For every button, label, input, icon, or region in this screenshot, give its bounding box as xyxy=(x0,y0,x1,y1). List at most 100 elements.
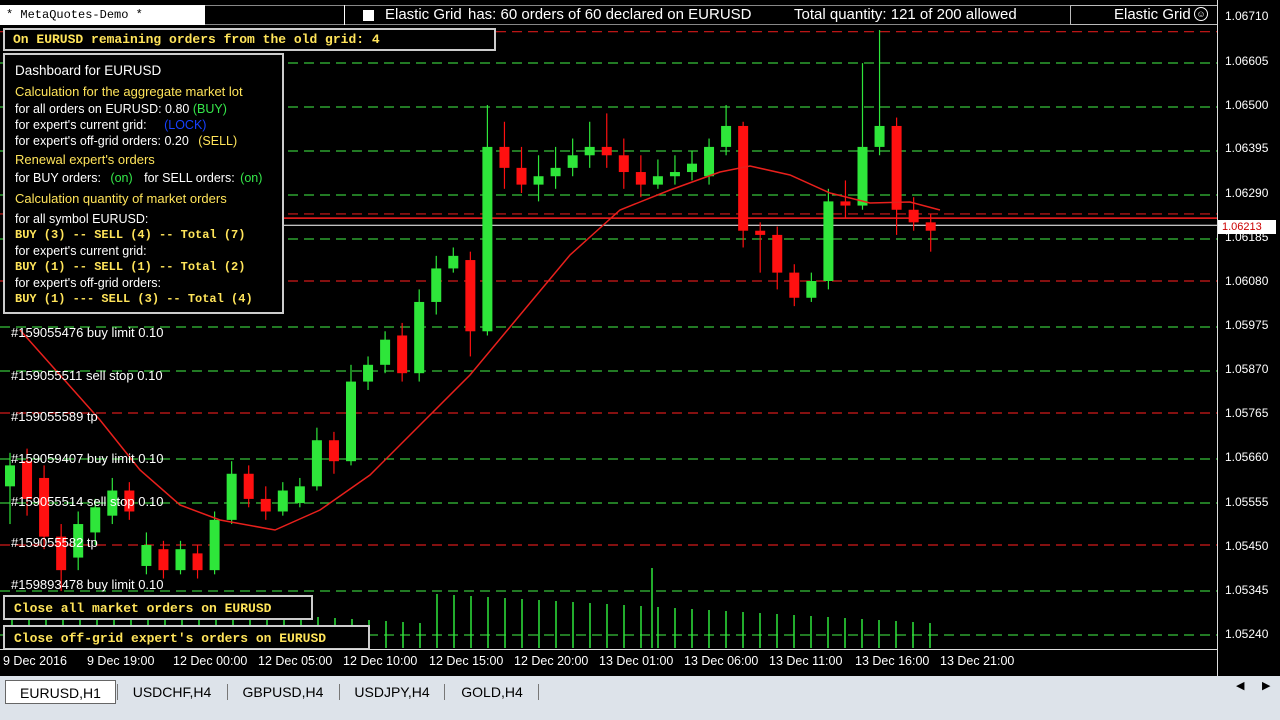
top-bar: * MetaQuotes-Demo * Elastic Grid has: 60… xyxy=(0,0,1280,30)
order-label[interactable]: #159055511 sell stop 0.10 xyxy=(11,368,163,383)
grid-title: Elastic Grid xyxy=(385,6,462,23)
candle-body xyxy=(328,440,339,462)
candle-body xyxy=(277,490,288,512)
all-orders-dir: (BUY) xyxy=(192,102,227,116)
nav-right-icon[interactable]: ▶ xyxy=(1262,679,1270,692)
price-tick: 1.05240 xyxy=(1225,627,1269,641)
price-tick: 1.05870 xyxy=(1225,362,1269,376)
time-tick: 9 Dec 2016 xyxy=(3,654,67,668)
candle-body xyxy=(465,260,476,332)
time-axis: 9 Dec 2016 9 Dec 19:00 12 Dec 00:00 12 D… xyxy=(0,649,1217,676)
smile-icon[interactable]: ☺ xyxy=(1194,7,1208,21)
candle-body xyxy=(346,381,356,462)
order-label[interactable]: #159059407 buy limit 0.10 xyxy=(11,451,164,466)
candle-body xyxy=(704,146,715,177)
candle-body xyxy=(806,281,817,298)
tab-divider xyxy=(339,684,340,700)
tab-gbpusd-h4[interactable]: GBPUSD,H4 xyxy=(231,680,335,704)
current-grid-counts: BUY (1) -- SELL (1) -- Total (2) xyxy=(15,260,246,274)
candle-body xyxy=(635,172,646,185)
candle-body xyxy=(482,146,493,332)
candle-body xyxy=(772,234,783,273)
candle-body xyxy=(925,222,936,231)
candle-body xyxy=(652,176,663,185)
price-tick: 1.06500 xyxy=(1225,98,1269,112)
time-tick: 9 Dec 19:00 xyxy=(87,654,155,668)
tab-eurusd-h1[interactable]: EURUSD,H1 xyxy=(5,680,116,704)
offgrid-counts: BUY (1) --- SELL (3) -- Total (4) xyxy=(15,292,253,306)
buy-orders-label: for BUY orders: xyxy=(15,171,101,185)
candle-body xyxy=(192,553,203,571)
current-grid-label: for expert's current grid: xyxy=(15,118,147,132)
old-grid-notice: On EURUSD remaining orders from the old … xyxy=(3,28,496,51)
time-tick: 13 Dec 11:00 xyxy=(769,654,843,668)
price-tick: 1.05555 xyxy=(1225,495,1269,509)
candle-body xyxy=(209,519,220,571)
tab-gold-h4[interactable]: GOLD,H4 xyxy=(448,680,536,704)
time-tick: 12 Dec 05:00 xyxy=(258,654,333,668)
calc-qty-heading: Calculation quantity of market orders xyxy=(15,191,227,206)
candle-body xyxy=(175,549,186,571)
price-tick: 1.06710 xyxy=(1225,9,1269,23)
current-grid-row: for expert's current grid: (LOCK) xyxy=(15,118,206,132)
candle-body xyxy=(5,465,15,487)
time-tick: 12 Dec 00:00 xyxy=(173,654,248,668)
sell-orders-label: for SELL orders: xyxy=(144,171,235,185)
current-grid-val: (LOCK) xyxy=(164,118,207,132)
renewal-row: for BUY orders: (on) for SELL orders: (o… xyxy=(15,171,262,185)
dashboard-title: Dashboard for EURUSD xyxy=(15,63,162,78)
nav-left-icon[interactable]: ◀ xyxy=(1236,679,1244,692)
price-tick: 1.06290 xyxy=(1225,186,1269,200)
candle-body xyxy=(363,364,374,382)
candle-body xyxy=(158,549,169,571)
candle-body xyxy=(601,146,612,156)
candle-body xyxy=(584,146,595,156)
price-tick: 1.05345 xyxy=(1225,583,1269,597)
candle-body xyxy=(226,473,237,520)
order-label[interactable]: #159055582 tp xyxy=(11,535,98,550)
tab-divider xyxy=(117,684,118,700)
candle-body xyxy=(516,167,527,185)
candle-body xyxy=(260,498,271,512)
time-tick: 12 Dec 15:00 xyxy=(429,654,504,668)
candle-body xyxy=(823,201,834,281)
time-tick: 12 Dec 20:00 xyxy=(514,654,589,668)
close-offgrid-label: Close off-grid expert's orders on EURUSD xyxy=(14,631,327,646)
candle-body xyxy=(840,201,851,206)
time-tick: 13 Dec 16:00 xyxy=(855,654,930,668)
candle-body xyxy=(567,155,578,168)
order-label[interactable]: #159055476 buy limit 0.10 xyxy=(11,325,164,340)
all-symbol-counts: BUY (3) -- SELL (4) -- Total (7) xyxy=(15,228,246,242)
calc-lot-heading: Calculation for the aggregate market lot xyxy=(15,84,243,99)
sell-orders-val: (on) xyxy=(240,171,263,185)
grid-square-icon xyxy=(363,10,374,21)
time-tick: 12 Dec 10:00 xyxy=(343,654,418,668)
order-label[interactable]: #159893478 buy limit 0.10 xyxy=(11,577,164,592)
old-grid-text: On EURUSD remaining orders from the old … xyxy=(13,32,380,47)
candle-body xyxy=(550,167,561,177)
chart-tabs: EURUSD,H1 USDCHF,H4 GBPUSD,H4 USDJPY,H4 … xyxy=(0,676,1280,720)
tab-usdchf-h4[interactable]: USDCHF,H4 xyxy=(120,680,224,704)
price-axis: 1.06710 1.06605 1.06500 1.06395 1.06290 … xyxy=(1217,0,1280,676)
close-offgrid-button[interactable]: Close off-grid expert's orders on EURUSD xyxy=(3,625,370,650)
candle-body xyxy=(380,339,391,365)
current-grid-label2: for expert's current grid: xyxy=(15,244,147,258)
candle-body xyxy=(669,172,680,177)
close-all-button[interactable]: Close all market orders on EURUSD xyxy=(3,595,313,620)
renewal-heading: Renewal expert's orders xyxy=(15,152,155,167)
candle-body xyxy=(141,545,152,566)
price-tick: 1.06395 xyxy=(1225,141,1269,155)
time-tick: 13 Dec 21:00 xyxy=(940,654,1015,668)
ea-name: Elastic Grid xyxy=(1114,6,1191,23)
tab-divider xyxy=(444,684,445,700)
candle-body xyxy=(721,125,732,147)
candle-body xyxy=(499,146,510,168)
order-label[interactable]: #159055514 sell stop 0.10 xyxy=(11,494,164,509)
grid-indicator-divider xyxy=(344,5,345,25)
tab-usdjpy-h4[interactable]: USDJPY,H4 xyxy=(342,680,442,704)
candle-body xyxy=(687,163,697,173)
candle-body xyxy=(533,176,544,185)
order-label[interactable]: #159055589 tp xyxy=(11,409,98,424)
tab-divider xyxy=(538,684,539,700)
quantity-status: Total quantity: 121 of 200 allowed xyxy=(794,6,1017,23)
